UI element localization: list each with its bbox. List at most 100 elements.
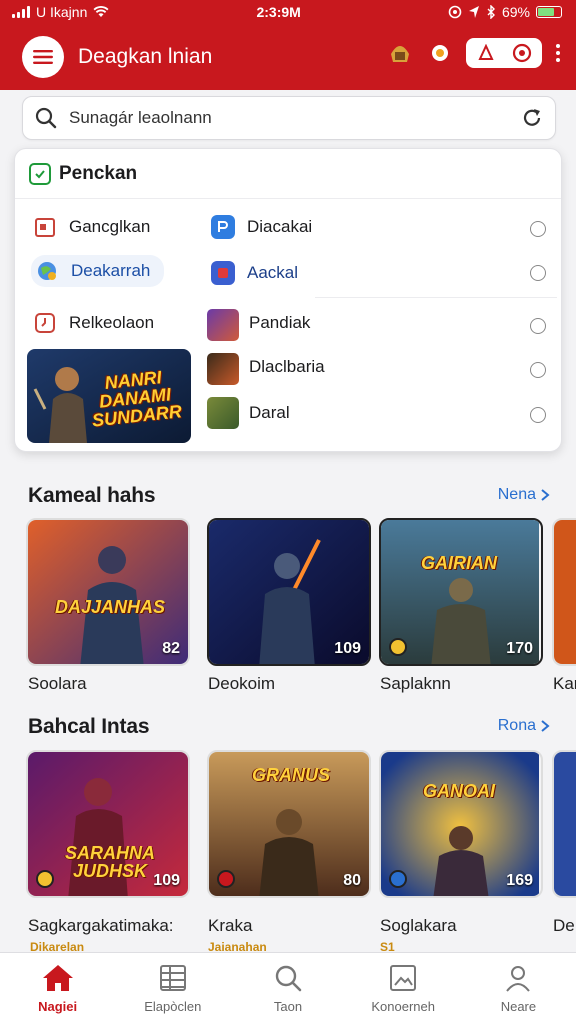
bluetooth-icon bbox=[487, 5, 495, 19]
radio-button[interactable] bbox=[530, 407, 546, 423]
game-title: De bbox=[553, 916, 575, 935]
carrier-label: U Ikajnn bbox=[36, 4, 88, 20]
radio-button[interactable] bbox=[530, 221, 546, 237]
menu-icon bbox=[33, 50, 53, 64]
search-icon bbox=[275, 965, 302, 992]
bell-icon bbox=[432, 45, 448, 61]
game-card[interactable]: GAIRIAN 170 bbox=[379, 518, 543, 666]
option-diacakai[interactable]: Diacakai bbox=[211, 215, 312, 239]
radio-button[interactable] bbox=[530, 265, 546, 281]
home-icon bbox=[42, 965, 73, 991]
divider bbox=[315, 297, 557, 298]
nav-profile[interactable]: Neare bbox=[461, 953, 576, 1024]
calendar-icon bbox=[33, 215, 57, 239]
player-count: 169 bbox=[506, 872, 533, 889]
filter-panel: Penckan Gancglkan Deakarrah Relkeolaon D… bbox=[14, 148, 562, 452]
search-bar bbox=[22, 96, 556, 140]
option-pandiak[interactable]: Pandiak bbox=[249, 313, 310, 333]
option-relkeolaon[interactable]: Relkeolaon bbox=[33, 311, 154, 335]
list-grid-icon bbox=[159, 965, 186, 991]
nav-library[interactable]: Elapòclen bbox=[115, 953, 230, 1024]
game-title: Soolara bbox=[28, 674, 87, 693]
target-icon[interactable] bbox=[512, 43, 532, 63]
status-bar: U Ikajnn 2:3:9M 69% bbox=[0, 0, 576, 24]
app-title: Deagkan lnian bbox=[78, 45, 213, 68]
player-count: 109 bbox=[334, 640, 361, 657]
section-title: Kameal hahs bbox=[28, 484, 156, 507]
chevron-right-icon bbox=[541, 489, 550, 501]
alarm-icon bbox=[448, 5, 462, 19]
flag-icon[interactable] bbox=[477, 44, 495, 62]
promo-banner[interactable]: NANRI DANAMI SUNDARR bbox=[27, 349, 191, 443]
player-count: 82 bbox=[162, 640, 180, 657]
see-more-link[interactable]: Rona bbox=[498, 717, 550, 735]
game-title: Kraka bbox=[208, 916, 253, 935]
game-title: Kar bbox=[553, 674, 576, 693]
location-icon bbox=[468, 6, 479, 18]
game-cover bbox=[554, 520, 576, 664]
radio-button[interactable] bbox=[530, 362, 546, 378]
game-thumbnail bbox=[207, 397, 239, 429]
game-title: Deokoim bbox=[208, 674, 276, 693]
game-title: Soglakara bbox=[380, 916, 457, 935]
game-card[interactable]: GANOAI 169 bbox=[379, 750, 543, 898]
game-card[interactable]: DAJJANHAS 82 bbox=[26, 518, 190, 666]
refresh-icon[interactable] bbox=[521, 107, 543, 129]
document-icon bbox=[211, 215, 235, 239]
helmet-avatar-icon bbox=[391, 46, 409, 62]
chevron-right-icon bbox=[541, 720, 550, 732]
hamburger-menu-button[interactable] bbox=[22, 36, 64, 78]
panel-title: Penckan bbox=[59, 162, 138, 184]
person-icon bbox=[506, 966, 531, 992]
option-deakarrah[interactable]: Deakarrah bbox=[31, 255, 165, 287]
game-thumbnail bbox=[207, 353, 239, 385]
record-icon bbox=[211, 261, 235, 285]
panel-header: Penckan bbox=[15, 149, 561, 199]
game-cover bbox=[554, 752, 576, 896]
option-gancglkan[interactable]: Gancglkan bbox=[33, 215, 150, 239]
game-card[interactable] bbox=[552, 518, 576, 666]
top-bar: U Ikajnn 2:3:9M 69% Deagkan lnian bbox=[0, 0, 576, 90]
battery-icon bbox=[536, 6, 562, 18]
game-card[interactable]: GRANUS 80 bbox=[207, 750, 371, 898]
search-icon bbox=[35, 107, 57, 129]
player-count: 109 bbox=[153, 872, 180, 889]
quick-actions[interactable] bbox=[466, 38, 542, 68]
badge-icon bbox=[217, 870, 235, 888]
battery-percent: 69% bbox=[501, 4, 530, 20]
avatar-button[interactable] bbox=[386, 39, 414, 67]
checkbox-icon[interactable] bbox=[29, 162, 51, 185]
notification-button[interactable] bbox=[426, 39, 454, 67]
game-title: Saplaknn bbox=[380, 674, 451, 693]
bottom-navigation: Nagiei Elapòclen Taon Konoerneh Neare bbox=[0, 952, 576, 1024]
image-icon bbox=[390, 965, 417, 991]
option-dlaclbaria[interactable]: Dlaclbaria bbox=[249, 357, 325, 377]
badge-icon bbox=[36, 870, 54, 888]
badge-icon bbox=[389, 870, 407, 888]
promo-text: NANRI DANAMI SUNDARR bbox=[91, 367, 183, 431]
wifi-icon bbox=[93, 6, 109, 18]
game-title: Sagkargakatimaka: bbox=[28, 916, 174, 935]
game-card[interactable] bbox=[552, 750, 576, 898]
app-bar: Deagkan lnian bbox=[0, 24, 576, 90]
player-count: 170 bbox=[506, 640, 533, 657]
game-thumbnail bbox=[207, 309, 239, 341]
search-input[interactable] bbox=[69, 108, 509, 128]
section-title: Bahcal Intas bbox=[28, 715, 150, 738]
game-card[interactable]: 109 bbox=[207, 518, 371, 666]
game-card[interactable]: SARAHNA JUDHSK 109 bbox=[26, 750, 190, 898]
option-aackal[interactable]: Aackal bbox=[211, 261, 298, 285]
clock-icon bbox=[33, 311, 57, 335]
option-daral[interactable]: Daral bbox=[249, 403, 290, 423]
more-options-icon[interactable] bbox=[554, 44, 562, 62]
radio-button[interactable] bbox=[530, 318, 546, 334]
signal-icon bbox=[12, 6, 30, 18]
nav-gallery[interactable]: Konoerneh bbox=[346, 953, 461, 1024]
globe-icon bbox=[35, 259, 59, 283]
clock: 2:3:9M bbox=[256, 4, 301, 20]
see-more-link[interactable]: Nena bbox=[498, 486, 550, 504]
nav-search[interactable]: Taon bbox=[230, 953, 345, 1024]
nav-home[interactable]: Nagiei bbox=[0, 953, 115, 1024]
player-count: 80 bbox=[343, 872, 361, 889]
badge-icon bbox=[389, 638, 407, 656]
